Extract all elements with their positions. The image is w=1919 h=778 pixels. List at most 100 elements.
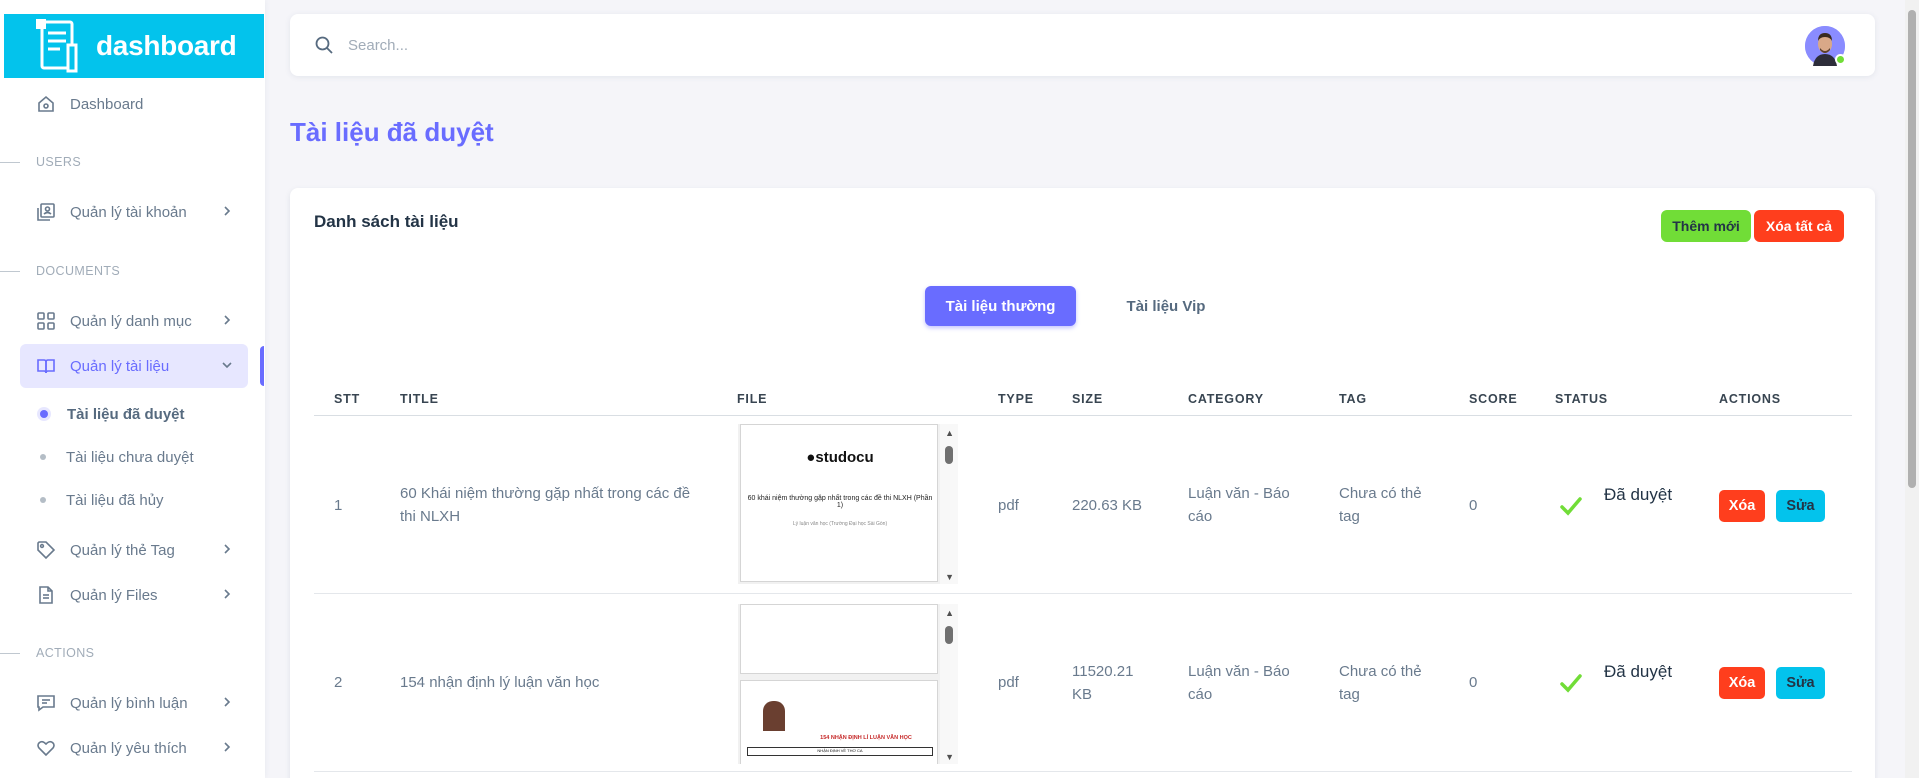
cell-size: 220.63 KB: [1072, 497, 1143, 514]
column-header-status: STATUS: [1555, 392, 1608, 406]
active-indicator: [260, 346, 264, 386]
cell-stt: 2: [334, 674, 343, 691]
sidebar-item-comments[interactable]: Quản lý bình luận: [20, 681, 248, 725]
edit-button[interactable]: Sửa: [1776, 667, 1825, 699]
delete-all-button[interactable]: Xóa tất cả: [1754, 210, 1844, 242]
preview-scrollbar[interactable]: ▲ ▼: [940, 424, 958, 584]
cell-type: pdf: [998, 674, 1019, 691]
tag-icon: [36, 540, 56, 560]
avatar[interactable]: [1805, 26, 1846, 66]
studocu-logo-icon: ●: [806, 449, 816, 466]
cell-tag: Chưa có thẻ tag: [1339, 663, 1422, 703]
file-preview[interactable]: 154 NHẬN ĐỊNH LÍ LUẬN VĂN HỌC NHẬN ĐỊNH …: [738, 604, 958, 764]
sidebar-subitem-label: Tài liệu đã hủy: [66, 491, 164, 509]
scroll-down-icon[interactable]: ▼: [945, 572, 954, 582]
sidebar-subitem-label: Tài liệu chưa duyệt: [66, 448, 194, 466]
users-list-icon: [36, 202, 56, 222]
online-status-badge: [1835, 54, 1846, 65]
bullet-dot-icon: [40, 410, 48, 418]
sidebar-item-dashboard[interactable]: Dashboard: [20, 82, 248, 126]
table-row: 2 154 nhận định lý luận văn học 154 NHẬN…: [314, 594, 1852, 772]
sidebar-item-documents[interactable]: Quản lý tài liệu: [20, 344, 248, 388]
page-scrollbar[interactable]: [1905, 0, 1919, 778]
chevron-right-icon: [224, 315, 231, 325]
column-header-category: CATEGORY: [1188, 392, 1264, 406]
status-badge: Đã duyệt: [1604, 485, 1673, 504]
studocu-logo: ●studocu: [806, 449, 874, 466]
sidebar-subitem-cancelled[interactable]: Tài liệu đã hủy: [20, 482, 248, 518]
scroll-up-icon[interactable]: ▲: [945, 608, 954, 618]
sidebar-item-label: Dashboard: [70, 95, 144, 113]
search-icon: [315, 36, 333, 54]
sidebar-item-label: Quản lý danh mục: [70, 312, 192, 330]
cell-tag: Chưa có thẻ tag: [1339, 485, 1422, 525]
sidebar-item-categories[interactable]: Quản lý danh mục: [20, 299, 248, 343]
cell-size: 11520.21 KB: [1072, 663, 1134, 703]
author-photo-icon: [763, 701, 785, 731]
menu-header-users: USERS: [0, 152, 265, 172]
cell-category: Luận văn - Báo cáo: [1188, 485, 1290, 525]
chevron-right-icon: [224, 742, 231, 752]
column-header-title: TITLE: [400, 392, 439, 406]
file-preview[interactable]: ●studocu 60 khái niệm thường gặp nhất tr…: [738, 424, 958, 584]
home-icon: [36, 94, 56, 114]
scroll-down-icon[interactable]: ▼: [945, 752, 954, 762]
table-header: STT TITLE FILE TYPE SIZE CATEGORY TAG SC…: [314, 384, 1852, 416]
sidebar-item-label: Quản lý tài khoản: [70, 203, 187, 221]
chevron-right-icon: [224, 697, 231, 707]
page-title: Tài liệu đã duyệt: [290, 117, 494, 147]
edit-button[interactable]: Sửa: [1776, 490, 1825, 522]
bullet-dot-icon: [40, 497, 46, 503]
chevron-right-icon: [224, 206, 231, 216]
column-header-size: SIZE: [1072, 392, 1103, 406]
chevron-down-icon: [222, 362, 232, 369]
scroll-thumb[interactable]: [945, 446, 953, 464]
document-logo-icon: [36, 19, 78, 73]
cell-title[interactable]: 154 nhận định lý luận văn học: [400, 671, 700, 694]
chevron-right-icon: [224, 589, 231, 599]
heart-icon: [36, 738, 56, 758]
page-scroll-thumb[interactable]: [1908, 10, 1916, 488]
file-icon: [36, 585, 56, 605]
documents-card: Danh sách tài liệu Thêm mới Xóa tất cả T…: [290, 188, 1875, 778]
sidebar-item-label: Quản lý yêu thích: [70, 739, 187, 757]
sidebar-item-accounts[interactable]: Quản lý tài khoản: [20, 190, 248, 234]
documents-table: STT TITLE FILE TYPE SIZE CATEGORY TAG SC…: [314, 384, 1852, 772]
check-icon: [1560, 497, 1582, 516]
sidebar-item-label: Quản lý Files: [70, 586, 158, 604]
column-header-type: TYPE: [998, 392, 1034, 406]
status-badge: Đã duyệt: [1604, 662, 1673, 681]
preview-section: NHẬN ĐỊNH VỀ THƠ CA: [747, 747, 933, 756]
brand[interactable]: dashboard: [4, 14, 264, 78]
bullet-dot-icon: [40, 454, 46, 460]
delete-button[interactable]: Xóa: [1719, 667, 1765, 699]
check-icon: [1560, 674, 1582, 693]
sidebar-item-label: Quản lý bình luận: [70, 694, 188, 712]
book-icon: [36, 356, 56, 376]
column-header-file: FILE: [737, 392, 768, 406]
preview-scrollbar[interactable]: ▲ ▼: [940, 604, 958, 764]
preview-subtitle: Lý luận văn học (Trường Đại học Sài Gòn): [792, 521, 888, 527]
sidebar-subitem-pending[interactable]: Tài liệu chưa duyệt: [20, 439, 248, 475]
sidebar-item-files[interactable]: Quản lý Files: [20, 573, 248, 617]
scroll-thumb[interactable]: [945, 626, 953, 644]
cell-title[interactable]: 60 Khái niệm thường gặp nhất trong các đ…: [400, 482, 700, 528]
preview-heading: 154 NHẬN ĐỊNH LÍ LUẬN VĂN HỌC: [820, 735, 912, 741]
tab-vip-documents[interactable]: Tài liệu Vip: [1096, 286, 1236, 326]
column-header-stt: STT: [334, 392, 361, 406]
add-new-button[interactable]: Thêm mới: [1661, 210, 1751, 242]
sidebar-item-favorites[interactable]: Quản lý yêu thích: [20, 726, 248, 770]
preview-page: [740, 604, 938, 674]
preview-heading: 60 khái niệm thường gặp nhất trong các đ…: [747, 495, 933, 509]
search-input[interactable]: [348, 36, 1148, 54]
cell-category: Luận văn - Báo cáo: [1188, 663, 1290, 703]
sidebar-subitem-approved[interactable]: Tài liệu đã duyệt: [20, 396, 248, 432]
scroll-up-icon[interactable]: ▲: [945, 428, 954, 438]
sidebar-item-tags[interactable]: Quản lý thẻ Tag: [20, 528, 248, 572]
delete-button[interactable]: Xóa: [1719, 490, 1765, 522]
cell-stt: 1: [334, 497, 343, 514]
tab-normal-documents[interactable]: Tài liệu thường: [925, 286, 1076, 326]
preview-page: ●studocu 60 khái niệm thường gặp nhất tr…: [740, 424, 938, 582]
menu-header-actions: ACTIONS: [0, 643, 265, 663]
cell-score: 0: [1469, 674, 1478, 691]
